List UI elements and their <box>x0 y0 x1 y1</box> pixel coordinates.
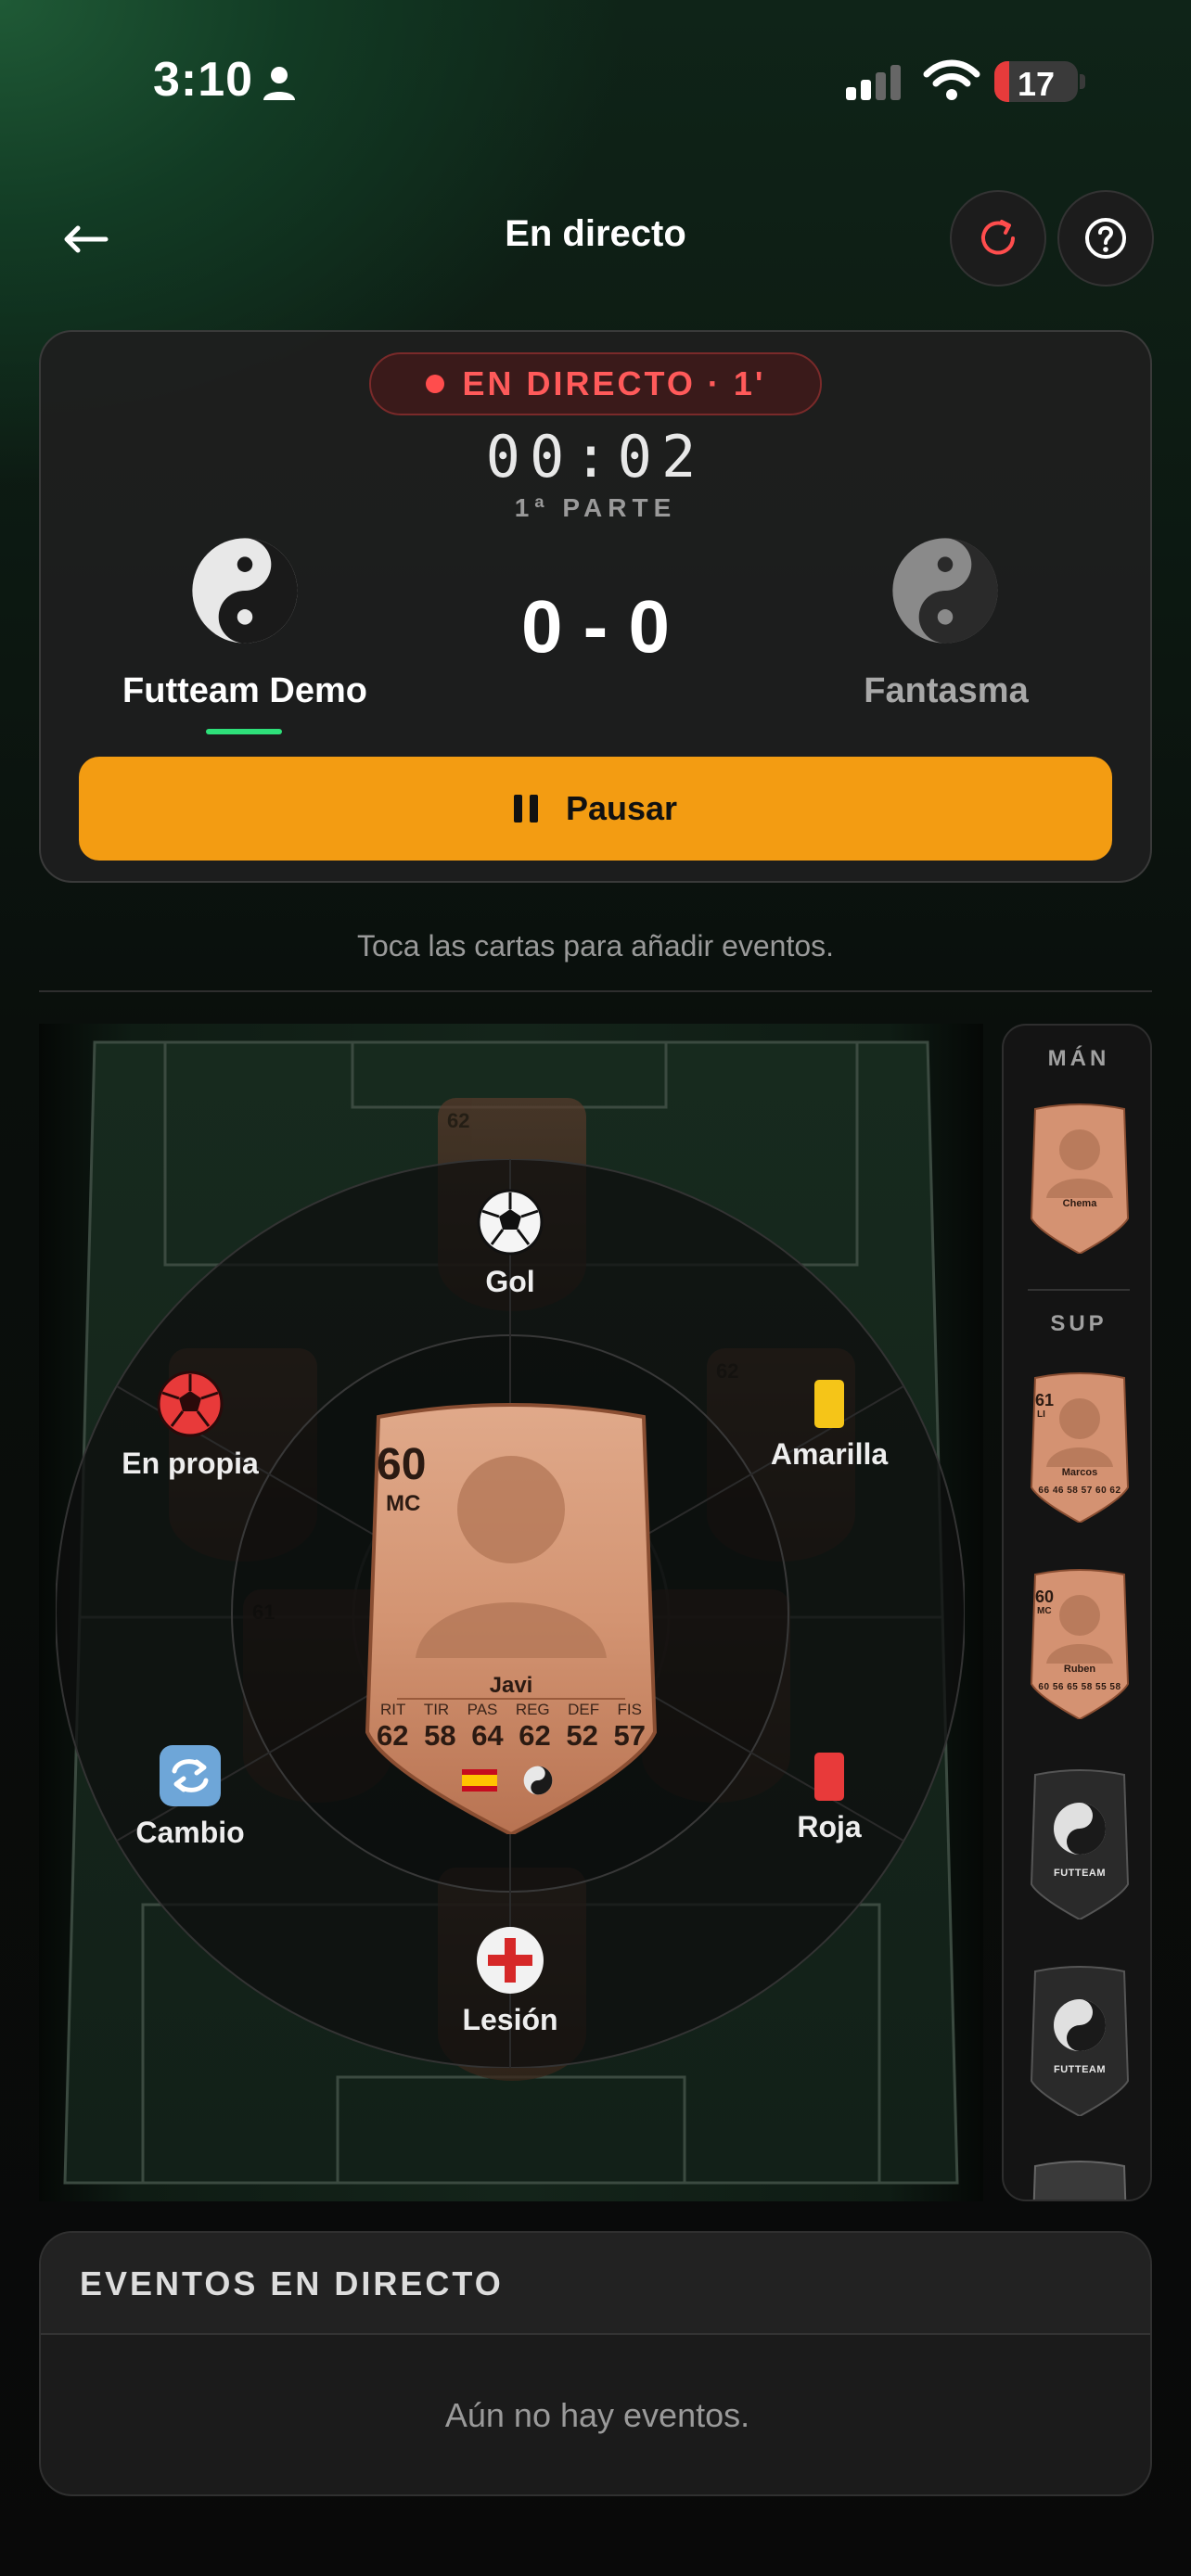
action-substitution[interactable]: Cambio <box>88 1743 292 1850</box>
bench-card-partial[interactable] <box>1028 2159 1132 2200</box>
selected-player-position: MC <box>386 1491 421 1516</box>
pause-button[interactable]: Pausar <box>79 757 1112 861</box>
bench-label-manager: MÁN <box>1047 1046 1110 1071</box>
player-card-top-rating: 62 <box>447 1109 470 1132</box>
match-period: 1ª PARTE <box>514 493 677 522</box>
selected-player-stat-values: 62 58 64 62 52 57 <box>377 1719 646 1753</box>
futteam-label: FUTTEAM <box>1053 2064 1107 2075</box>
red-card-icon <box>814 1753 844 1801</box>
stat-label: PAS <box>467 1701 498 1718</box>
live-events-empty: Aún no hay eventos. <box>444 2396 750 2434</box>
selected-player-name: Javi <box>489 1673 533 1698</box>
bench-card-frame <box>1030 1103 1130 1256</box>
cellular-signal-icon <box>846 65 901 100</box>
hint-text: Toca las cartas para añadir eventos. <box>356 929 835 963</box>
selected-player-card[interactable]: 60 MC Javi RIT TIR PAS REG DEF FIS 62 58… <box>360 1398 662 1834</box>
pause-label: Pausar <box>565 789 678 827</box>
bench-card-rating: 60 <box>1035 1588 1055 1606</box>
bench-card-position: LI <box>1037 1409 1045 1420</box>
away-team-name[interactable]: Fantasma <box>761 671 1132 711</box>
bench-card-stats: 60 56 65 58 55 58 <box>1038 1682 1121 1692</box>
live-events-panel: EVENTOS EN DIRECTO Aún no hay eventos. <box>39 2231 1152 2496</box>
own-goal-ball-icon <box>157 1371 224 1437</box>
action-red-card-label: Roja <box>797 1810 862 1843</box>
home-team-indicator <box>206 729 282 734</box>
pause-icon <box>513 795 538 823</box>
home-team-name[interactable]: Futteam Demo <box>59 671 430 711</box>
refresh-icon <box>981 220 1015 255</box>
selected-player-rating: 60 <box>377 1440 427 1489</box>
futteam-card-icon <box>1030 1769 1130 1921</box>
battery-tip <box>1080 74 1085 89</box>
wifi-icon <box>923 59 980 100</box>
action-goal-label: Gol <box>485 1265 535 1298</box>
live-dot <box>425 375 444 393</box>
bench-card-stats: 66 46 58 57 60 62 <box>1038 1486 1121 1496</box>
refresh-button[interactable] <box>950 190 1046 287</box>
live-events-title: EVENTOS EN DIRECTO <box>80 2264 504 2302</box>
action-goal[interactable]: Gol <box>408 1187 612 1299</box>
help-icon <box>1085 218 1126 259</box>
action-red-card[interactable]: Roja <box>727 1751 931 1844</box>
action-injury[interactable]: Lesión <box>408 1925 612 2037</box>
bench-panel: MÁN Chema SUP 61 LI Marcos 66 46 58 57 6… <box>1002 1024 1152 2201</box>
club-badge-icon <box>523 1766 553 1795</box>
battery-level: 17 <box>1017 65 1056 102</box>
stat-value: 62 <box>377 1719 409 1752</box>
stat-value: 58 <box>424 1719 456 1752</box>
soccer-ball-icon <box>477 1189 544 1256</box>
action-yellow-card-label: Amarilla <box>770 1437 889 1471</box>
stat-value: 52 <box>566 1719 598 1752</box>
bench-divider <box>1028 1289 1130 1291</box>
futteam-label: FUTTEAM <box>1053 1868 1107 1879</box>
divider <box>39 990 1152 992</box>
score: 0 - 0 <box>520 585 671 668</box>
futteam-card-icon <box>1032 2161 1127 2200</box>
bench-card-sub-1[interactable]: 61 LI Marcos 66 46 58 57 60 62 <box>1028 1371 1132 1524</box>
stat-value: 57 <box>613 1719 646 1752</box>
bench-card-manager[interactable]: Chema <box>1028 1102 1132 1256</box>
person-icon <box>263 67 295 100</box>
bench-card-empty-1[interactable]: FUTTEAM <box>1028 1767 1132 1921</box>
bench-card-name: Ruben <box>1063 1664 1096 1675</box>
bench-card-name: Marcos <box>1061 1467 1098 1478</box>
status-time: 3:10 <box>153 53 254 107</box>
selected-player-stat-labels: RIT TIR PAS REG DEF FIS <box>380 1701 642 1719</box>
bench-card-name: Chema <box>1062 1198 1097 1209</box>
stat-label: TIR <box>423 1701 450 1718</box>
stat-value: 62 <box>519 1719 551 1752</box>
stat-label: DEF <box>568 1701 600 1718</box>
battery-indicator: 17 <box>994 61 1078 102</box>
bench-label-subs: SUP <box>1050 1311 1108 1336</box>
spain-flag-icon <box>462 1769 497 1792</box>
stat-value: 64 <box>471 1719 504 1752</box>
stat-label: RIT <box>380 1701 406 1718</box>
bench-card-sub-2[interactable]: 60 MC Ruben 60 56 65 58 55 58 <box>1028 1567 1132 1721</box>
bench-card-position: MC <box>1037 1606 1052 1616</box>
action-own-goal-label: En propia <box>122 1447 259 1480</box>
stat-label: FIS <box>617 1701 642 1718</box>
bench-card-rating: 61 <box>1035 1391 1055 1409</box>
substitution-icon <box>160 1745 221 1806</box>
action-yellow-card[interactable]: Amarilla <box>727 1378 931 1472</box>
stat-label: REG <box>515 1701 550 1718</box>
match-clock: 00:02 <box>485 423 706 491</box>
live-label: EN DIRECTO · 1' <box>462 364 766 402</box>
action-injury-label: Lesión <box>462 2003 558 2036</box>
injury-cross-icon <box>477 1927 544 1994</box>
live-badge: EN DIRECTO · 1' <box>369 352 822 415</box>
futteam-card-icon <box>1030 1966 1130 2118</box>
help-button[interactable] <box>1057 190 1154 287</box>
action-substitution-label: Cambio <box>135 1816 245 1849</box>
action-own-goal[interactable]: En propia <box>88 1369 292 1481</box>
bench-card-empty-2[interactable]: FUTTEAM <box>1028 1964 1132 2118</box>
yellow-card-icon <box>814 1380 844 1428</box>
